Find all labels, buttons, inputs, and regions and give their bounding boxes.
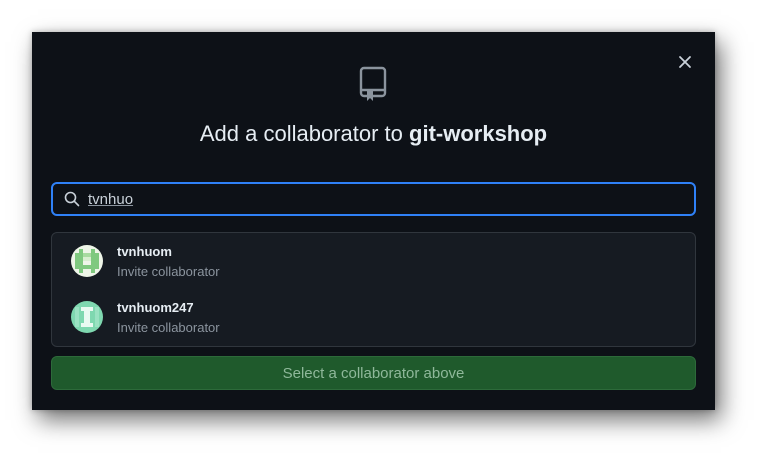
repo-name: git-workshop	[409, 121, 548, 146]
search-results-list: tvnhuom Invite collaborator tvnhuom247 I…	[51, 232, 696, 347]
search-icon	[64, 191, 80, 207]
result-item-tvnhuom247[interactable]: tvnhuom247 Invite collaborator	[52, 289, 695, 345]
search-field[interactable]	[51, 182, 696, 216]
result-username: tvnhuom247	[117, 300, 194, 315]
select-collaborator-button[interactable]: Select a collaborator above	[51, 356, 696, 390]
result-username: tvnhuom	[117, 244, 172, 259]
result-item-tvnhuom[interactable]: tvnhuom Invite collaborator	[52, 233, 695, 289]
avatar	[71, 245, 103, 277]
close-icon[interactable]	[675, 52, 695, 72]
dialog-title-prefix: Add a collaborator to	[199, 121, 403, 146]
add-collaborator-dialog: Add a collaborator to git-workshop tvnhu…	[32, 32, 715, 410]
dialog-title: Add a collaborator to git-workshop	[32, 119, 715, 149]
search-input[interactable]	[88, 190, 694, 208]
repo-icon	[358, 66, 388, 104]
result-action: Invite collaborator	[117, 320, 220, 335]
avatar	[71, 301, 103, 333]
result-action: Invite collaborator	[117, 264, 220, 279]
